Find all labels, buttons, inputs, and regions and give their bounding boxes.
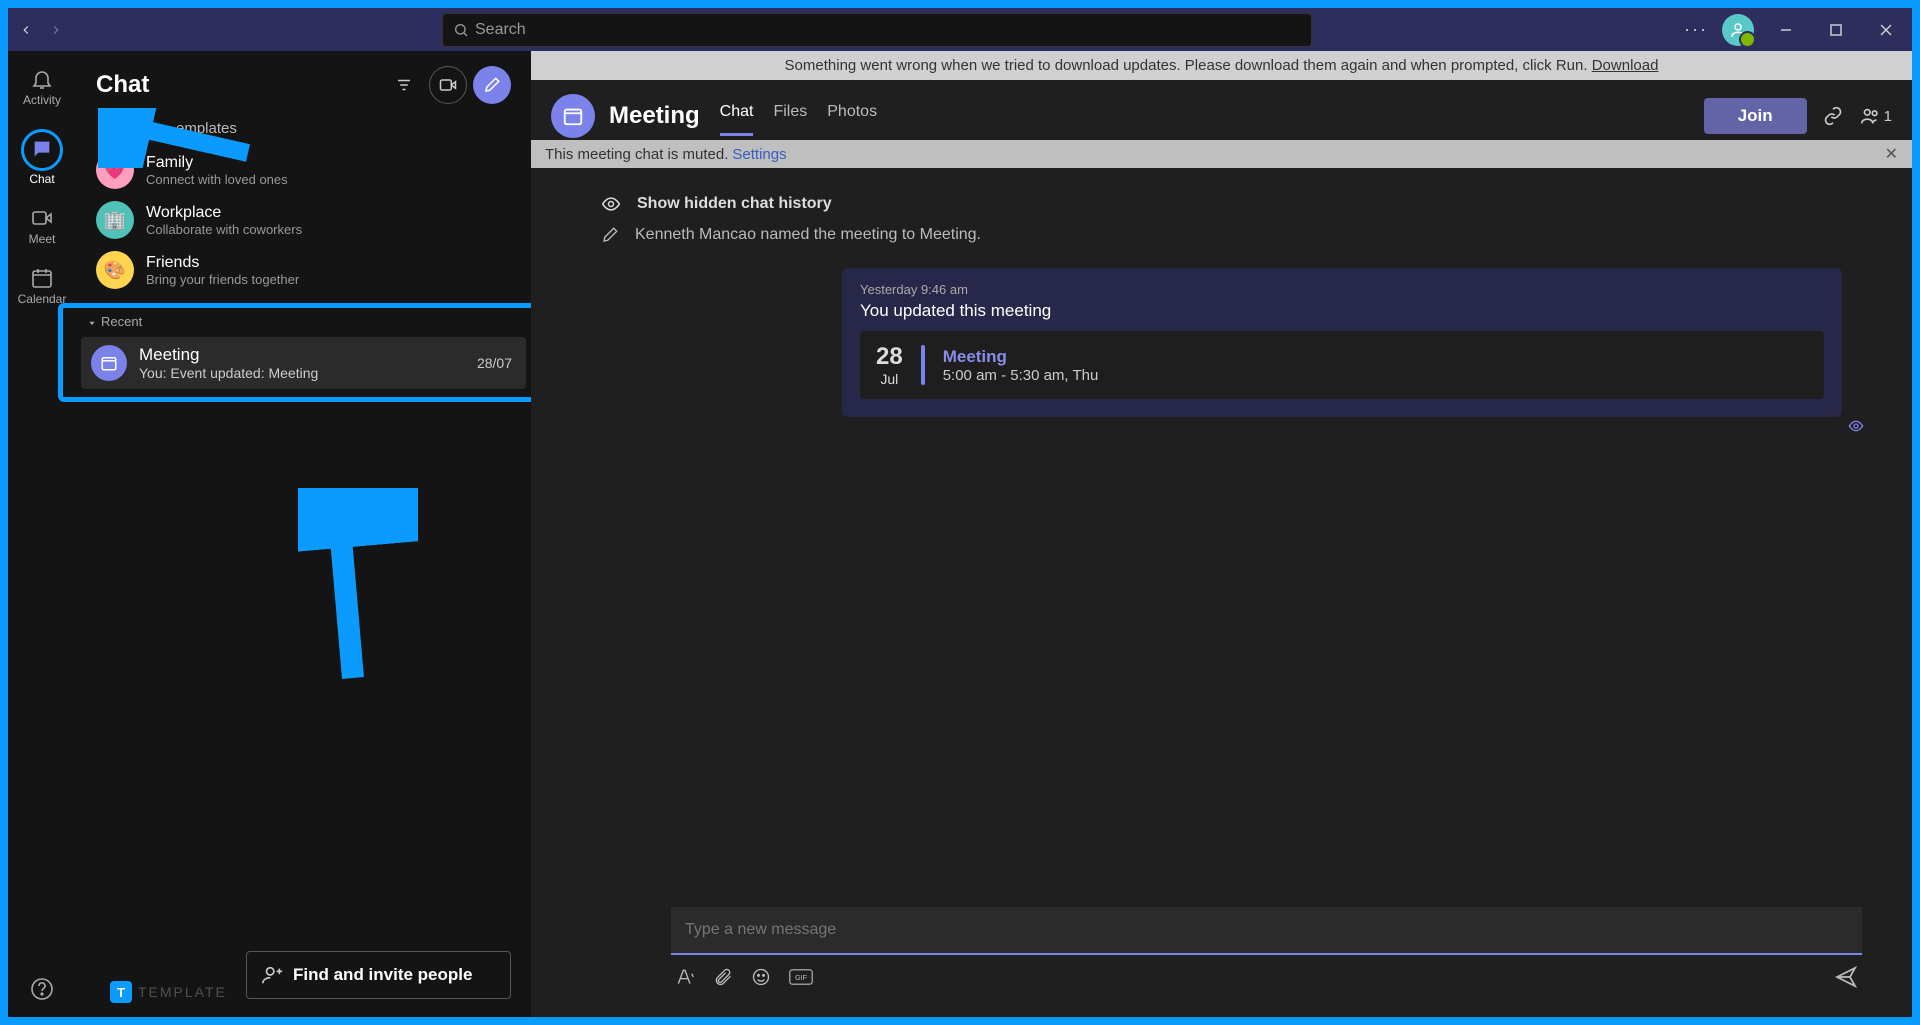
- people-button[interactable]: 1: [1859, 105, 1892, 127]
- template-workplace[interactable]: 🏢 WorkplaceCollaborate with coworkers: [76, 195, 531, 245]
- template-title: Workplace: [146, 204, 302, 222]
- search-placeholder: Search: [475, 21, 526, 39]
- rail-chat[interactable]: Chat: [8, 121, 76, 192]
- rail-activity[interactable]: Activity: [8, 61, 76, 113]
- link-icon: [1823, 106, 1843, 126]
- calendar-icon: [562, 105, 584, 127]
- chevron-down-icon: [87, 318, 97, 328]
- svg-text:GIF: GIF: [795, 973, 808, 982]
- template-title: Family: [146, 154, 288, 172]
- window-close-button[interactable]: [1868, 12, 1904, 48]
- chat-icon: [31, 138, 53, 160]
- rail-meet-label: Meet: [29, 232, 56, 246]
- search-icon: [453, 22, 469, 38]
- help-icon: [30, 977, 54, 1001]
- bell-icon: [30, 67, 54, 91]
- filter-icon: [395, 76, 413, 94]
- rail-help[interactable]: [8, 971, 76, 1009]
- join-button[interactable]: Join: [1704, 98, 1807, 134]
- template-sub: Connect with loved ones: [146, 172, 288, 187]
- template-sub: Bring your friends together: [146, 272, 299, 287]
- message-input[interactable]: [671, 907, 1862, 955]
- send-button[interactable]: [1834, 965, 1858, 989]
- invite-people-button[interactable]: Find and invite people: [246, 951, 511, 999]
- new-chat-button[interactable]: [473, 66, 511, 104]
- rail-activity-label: Activity: [23, 93, 61, 107]
- attach-icon[interactable]: [713, 967, 733, 987]
- search-input[interactable]: Search: [442, 13, 1312, 47]
- card-meeting-time: 5:00 am - 5:30 am, Thu: [943, 367, 1099, 384]
- emoji-icon[interactable]: [751, 967, 771, 987]
- window-maximize-button[interactable]: [1818, 12, 1854, 48]
- template-title: Friends: [146, 254, 299, 272]
- download-link[interactable]: Download: [1592, 57, 1659, 74]
- rename-event: Kenneth Mancao named the meeting to Meet…: [591, 220, 1852, 250]
- chat-main: Something went wrong when we tried to do…: [531, 51, 1912, 1017]
- compose-icon: [483, 76, 501, 94]
- filter-button[interactable]: [385, 66, 423, 104]
- workplace-icon: 🏢: [96, 201, 134, 239]
- card-date: 28 Jul: [876, 343, 903, 387]
- app-rail: Activity Chat Meet Calendar: [8, 51, 76, 1017]
- compose-area: GIF: [671, 907, 1862, 989]
- calendar-icon: [30, 266, 54, 290]
- meeting-avatar-small: [91, 345, 127, 381]
- chat-list-panel: Chat emplates 💗 FamilyConnect with loved…: [76, 51, 531, 1017]
- meet-now-button[interactable]: [429, 66, 467, 104]
- gif-icon[interactable]: GIF: [789, 967, 813, 987]
- update-banner: Something went wrong when we tried to do…: [531, 51, 1912, 80]
- pencil-icon: [601, 226, 619, 244]
- template-family[interactable]: 💗 FamilyConnect with loved ones: [76, 145, 531, 195]
- chat-title: Meeting: [609, 102, 700, 130]
- rail-chat-label: Chat: [29, 172, 54, 186]
- video-icon: [30, 206, 54, 230]
- mute-settings-link[interactable]: Settings: [732, 146, 786, 163]
- template-friends[interactable]: 🎨 FriendsBring your friends together: [76, 245, 531, 295]
- profile-avatar[interactable]: [1722, 14, 1754, 46]
- show-hidden-history[interactable]: Show hidden chat history: [591, 188, 1852, 220]
- nav-forward-button[interactable]: [42, 16, 70, 44]
- more-button[interactable]: ···: [1684, 19, 1708, 40]
- tab-files[interactable]: Files: [773, 97, 807, 136]
- family-icon: 💗: [96, 151, 134, 189]
- video-icon: [438, 75, 458, 95]
- mute-close-button[interactable]: ✕: [1885, 144, 1898, 164]
- calendar-icon: [100, 354, 118, 372]
- read-receipt-icon: [1848, 418, 1864, 439]
- copy-link-button[interactable]: [1823, 106, 1843, 126]
- templates-section-label: emplates: [76, 120, 531, 145]
- card-timestamp: Yesterday 9:46 am: [860, 282, 1824, 297]
- recent-chat-meeting[interactable]: Meeting You: Event updated: Meeting 28/0…: [81, 337, 526, 389]
- recent-sub: You: Event updated: Meeting: [139, 365, 477, 381]
- title-bar: Search ···: [8, 8, 1912, 51]
- tab-chat[interactable]: Chat: [720, 97, 754, 136]
- recent-header[interactable]: Recent: [81, 310, 526, 333]
- tab-photos[interactable]: Photos: [827, 97, 877, 136]
- rail-meet[interactable]: Meet: [8, 200, 76, 252]
- panel-title: Chat: [96, 71, 379, 99]
- window-minimize-button[interactable]: [1768, 12, 1804, 48]
- recent-title: Meeting: [139, 345, 477, 365]
- nav-back-button[interactable]: [12, 16, 40, 44]
- eye-icon: [601, 194, 621, 214]
- template-sub: Collaborate with coworkers: [146, 222, 302, 237]
- card-meeting-name: Meeting: [943, 347, 1099, 367]
- card-title: You updated this meeting: [860, 301, 1824, 321]
- add-person-icon: [261, 964, 283, 986]
- watermark: TTEMPLATE: [110, 981, 227, 1003]
- mute-bar: This meeting chat is muted. Settings ✕: [531, 140, 1912, 168]
- accent-divider: [921, 345, 925, 385]
- recent-date: 28/07: [477, 355, 512, 371]
- people-icon: [1859, 105, 1881, 127]
- format-icon[interactable]: [675, 967, 695, 987]
- meeting-avatar: [551, 94, 595, 138]
- recent-highlight-box: Recent Meeting You: Event updated: Meeti…: [58, 303, 537, 402]
- friends-icon: 🎨: [96, 251, 134, 289]
- meeting-update-card[interactable]: Yesterday 9:46 am You updated this meeti…: [842, 268, 1842, 417]
- chat-header: Meeting Chat Files Photos Join 1: [531, 80, 1912, 138]
